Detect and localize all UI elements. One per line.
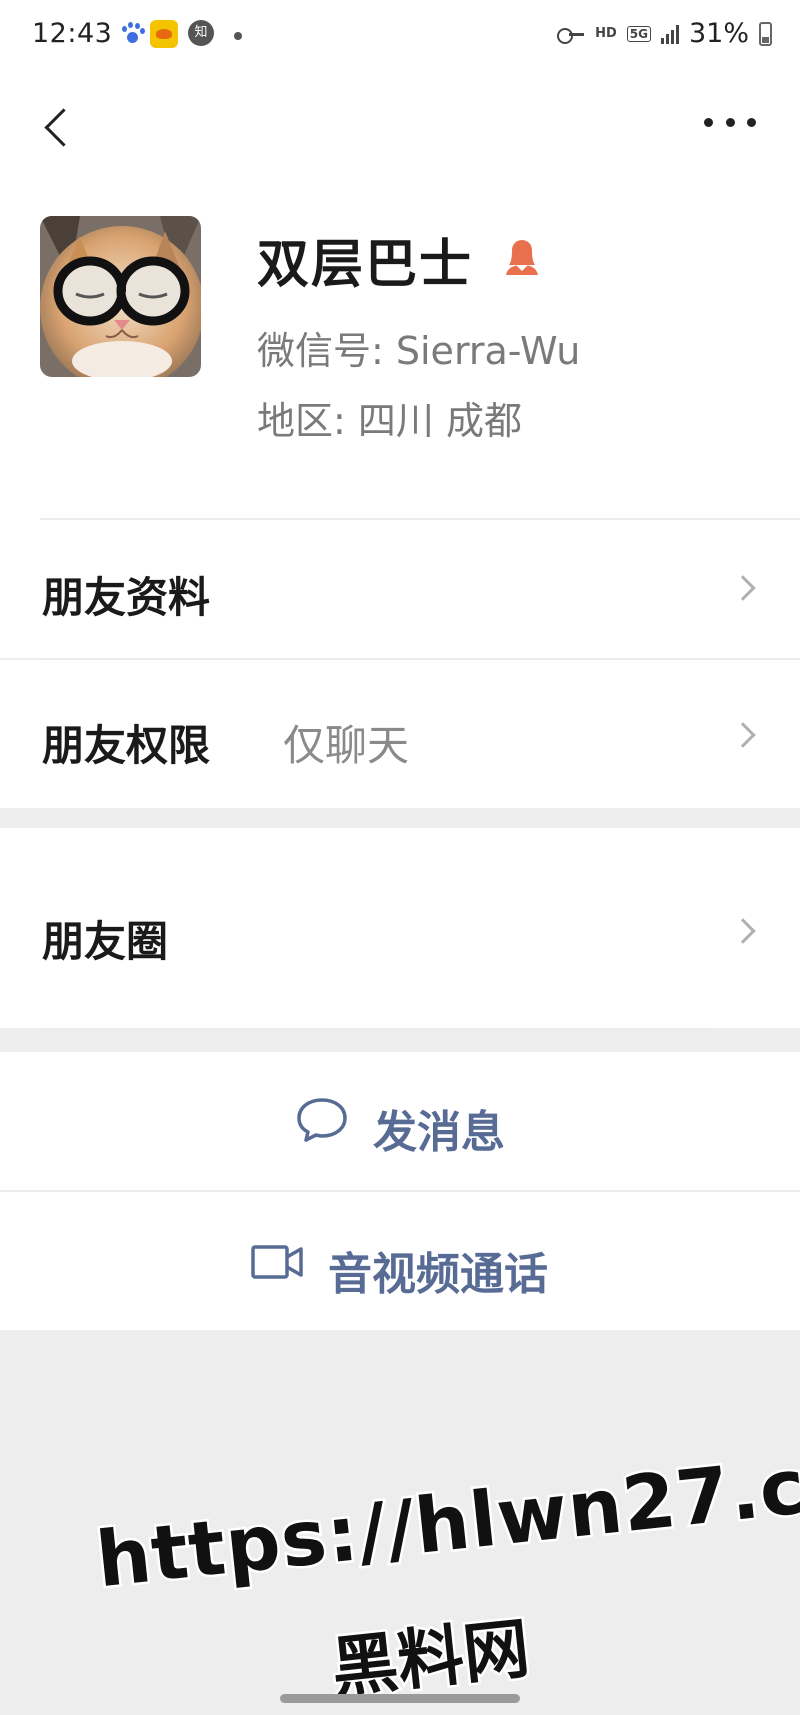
baidu-icon [118,20,146,48]
profile-header: 双层巴士 微信号: Sierra-Wu 地区: 四川 成都 [0,192,800,520]
row-label: 朋友资料 [42,573,211,622]
chevron-right-icon [730,575,756,601]
contact-name: 双层巴士 [257,235,474,295]
cat-avatar-image [40,216,201,377]
row-label: 朋友权限 [42,721,211,770]
avatar[interactable] [40,216,201,377]
zhihu-icon: 知 [188,20,214,46]
region: 地区: 四川 成都 [257,399,522,443]
chevron-right-icon [730,918,756,944]
network-5g-indicator: 5G [626,25,651,42]
status-bar: 12:43 知 HD 5G 31% [0,0,800,72]
video-call-label: 音视频通话 [328,1249,548,1300]
vpn-key-icon [557,27,585,44]
duck-app-icon [150,20,178,48]
hd-indicator: HD [595,26,617,41]
video-camera-icon [251,1245,303,1279]
nav-bar [0,72,800,192]
back-chevron-icon[interactable] [42,100,72,160]
permission-value: 仅聊天 [283,721,410,770]
status-time: 12:43 [32,18,113,49]
more-dots-icon[interactable] [704,102,756,142]
wechat-id: 微信号: Sierra-Wu [257,329,581,373]
home-indicator[interactable] [280,1694,520,1703]
video-call-button[interactable]: 音视频通话 [0,1192,800,1330]
row-friend-info[interactable]: 朋友资料 [0,520,800,658]
chevron-right-icon [730,722,756,748]
send-message-label: 发消息 [373,1107,505,1158]
chat-bubble-icon [297,1098,347,1142]
female-person-icon [503,238,541,276]
watermark-url: https://hlwn27.com [90,1425,800,1607]
divider [40,1028,710,1030]
row-moments[interactable]: 朋友圈 [0,828,800,1028]
row-friend-permission[interactable]: 朋友权限 仅聊天 [0,660,800,808]
send-message-button[interactable]: 发消息 [0,1052,800,1190]
signal-icon [660,24,679,44]
battery-percent: 31% [688,18,749,49]
battery-icon [759,21,772,46]
notification-dot [234,32,242,40]
row-label: 朋友圈 [42,917,169,966]
